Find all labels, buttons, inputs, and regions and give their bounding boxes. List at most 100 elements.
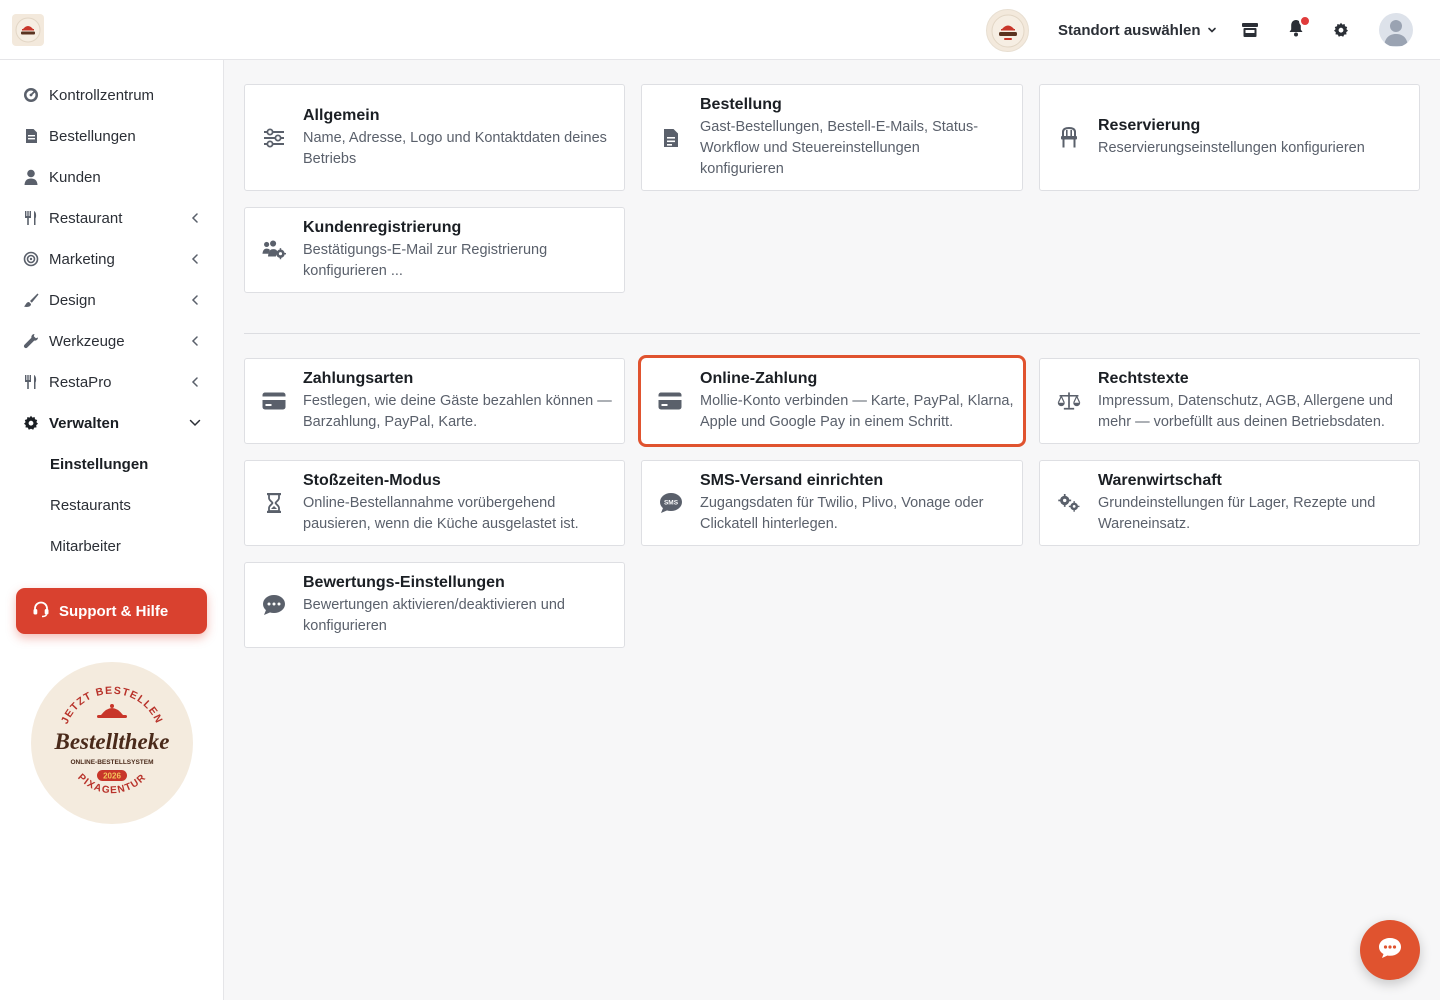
user-avatar-icon[interactable] (1379, 13, 1413, 47)
sidebar-item-label: Restaurant (49, 209, 123, 227)
utensils-icon (22, 373, 40, 391)
sidebar-item-label: Design (49, 291, 96, 309)
sliders-icon (262, 126, 286, 150)
support-button-label: Support & Hilfe (59, 602, 169, 620)
chat-bubble-icon (262, 593, 286, 617)
sidebar-item-kunden[interactable]: Kunden (0, 157, 223, 197)
notifications-button[interactable] (1285, 15, 1311, 41)
sidebar-subitem-restaurants[interactable]: Restaurants (0, 485, 223, 525)
settings-card-bewertungs-einstellungen[interactable]: Bewertungs-Einstellungen Bewertungen akt… (244, 562, 625, 648)
sidebar-subitem-label: Restaurants (50, 496, 131, 514)
card-title: Reservierung (1098, 117, 1201, 134)
sidebar-item-label: Bestellungen (49, 127, 136, 145)
bestelltheke-seal-logo: JETZT BESTELLEN Bestelltheke ONLINE-BEST… (31, 662, 193, 824)
wrench-icon (22, 332, 40, 350)
support-button[interactable]: Support & Hilfe (16, 588, 207, 634)
card-description: Name, Adresse, Logo und Kontaktdaten dei… (303, 130, 607, 167)
store-icon[interactable] (1239, 19, 1261, 41)
sidebar-item-werkzeuge[interactable]: Werkzeuge (0, 321, 223, 361)
card-title: Warenwirtschaft (1098, 472, 1222, 489)
receipt-icon (22, 127, 40, 145)
sidebar-item-restaurant[interactable]: Restaurant (0, 198, 223, 238)
sidebar-item-label: Verwalten (49, 414, 120, 432)
credit-card-icon (658, 389, 682, 413)
chair-icon (1057, 126, 1081, 150)
sidebar-subitem-mitarbeiter[interactable]: Mitarbeiter (0, 526, 223, 566)
sidebar-item-label: RestaPro (49, 373, 112, 391)
location-select-label: Standort auswählen (1058, 21, 1201, 39)
sidebar-subitem-einstellungen[interactable]: Einstellungen (0, 444, 223, 484)
target-icon (22, 250, 40, 268)
top-bar: Standort auswählen (0, 0, 1440, 60)
chat-button[interactable] (1360, 920, 1420, 980)
sidebar-item-label: Kunden (49, 168, 101, 186)
card-description: Bewertungen aktivieren/deaktivieren und … (303, 597, 565, 634)
users-gear-icon (262, 238, 286, 262)
card-description: Online-Bestellannahme vorübergehend paus… (303, 495, 579, 532)
card-description: Reservierungseinstellungen konfigurieren (1098, 140, 1365, 156)
card-title: Zahlungsarten (303, 370, 414, 387)
sidebar-item-marketing[interactable]: Marketing (0, 239, 223, 279)
card-title: Stoßzeiten-Modus (303, 472, 441, 489)
chevron-left-icon (188, 252, 202, 266)
sidebar-item-label: Kontrollzentrum (49, 86, 155, 104)
card-description: Grundeinstellungen für Lager, Rezepte un… (1098, 495, 1376, 532)
card-description: Zugangsdaten für Twilio, Plivo, Vonage o… (700, 495, 984, 532)
settings-card-rechtstexte[interactable]: Rechtstexte Impressum, Datenschutz, AGB,… (1039, 358, 1420, 444)
sidebar-subitem-label: Mitarbeiter (50, 537, 121, 555)
card-description: Bestätigungs-E-Mail zur Registrierung ko… (303, 242, 548, 279)
location-select[interactable]: Standort auswählen (1058, 19, 1217, 41)
card-title: Rechtstexte (1098, 370, 1189, 387)
settings-card-zahlungsarten[interactable]: Zahlungsarten Festlegen, wie deine Gäste… (244, 358, 625, 444)
settings-card-sms-versand[interactable]: SMS SMS-Versand einrichten Zugangsdaten … (641, 460, 1023, 546)
section-divider (244, 333, 1420, 334)
settings-card-allgemein[interactable]: Allgemein Name, Adresse, Logo und Kontak… (244, 84, 625, 191)
sidebar-item-verwalten[interactable]: Verwalten (0, 403, 223, 443)
card-title: SMS-Versand einrichten (700, 472, 884, 489)
card-description: Impressum, Datenschutz, AGB, Allergene u… (1098, 393, 1393, 430)
seal-year: 2026 (103, 772, 121, 781)
settings-card-online-zahlung[interactable]: Online-Zahlung Mollie-Konto verbinden — … (638, 355, 1026, 447)
sidebar-item-label: Marketing (49, 250, 115, 268)
chat-bubble-icon (1377, 936, 1403, 965)
card-title: Allgemein (303, 107, 380, 124)
utensils-icon (22, 209, 40, 227)
sidebar-item-bestellungen[interactable]: Bestellungen (0, 116, 223, 156)
hourglass-icon (262, 491, 286, 515)
card-description: Gast-Bestellungen, Bestell-E-Mails, Stat… (700, 119, 979, 177)
location-logo[interactable] (986, 9, 1029, 52)
chevron-left-icon (188, 293, 202, 307)
gear-icon (22, 414, 40, 432)
chevron-down-icon (188, 416, 202, 430)
card-title: Kundenregistrierung (303, 219, 462, 236)
scale-icon (1057, 389, 1081, 413)
gear-icon[interactable] (1330, 19, 1352, 41)
headset-icon (32, 600, 50, 622)
chevron-left-icon (188, 211, 202, 225)
chevron-left-icon (188, 375, 202, 389)
card-title: Bewertungs-Einstellungen (303, 574, 505, 591)
app-logo[interactable] (12, 14, 44, 46)
settings-card-reservierung[interactable]: Reservierung Reservierungseinstellungen … (1039, 84, 1420, 191)
chevron-down-icon (1207, 22, 1217, 39)
seal-brand: Bestelltheke (54, 729, 170, 754)
settings-card-bestellung[interactable]: Bestellung Gast-Bestellungen, Bestell-E-… (641, 84, 1023, 191)
settings-card-stosszeiten-modus[interactable]: Stoßzeiten-Modus Online-Bestellannahme v… (244, 460, 625, 546)
document-icon (659, 126, 683, 150)
dashboard-icon (22, 86, 40, 104)
sidebar-item-design[interactable]: Design (0, 280, 223, 320)
gears-icon (1057, 491, 1081, 515)
settings-card-kundenregistrierung[interactable]: Kundenregistrierung Bestätigungs-E-Mail … (244, 207, 625, 293)
user-icon (22, 168, 40, 186)
settings-card-warenwirtschaft[interactable]: Warenwirtschaft Grundeinstellungen für L… (1039, 460, 1420, 546)
credit-card-icon (262, 389, 286, 413)
sidebar-item-label: Werkzeuge (49, 332, 125, 350)
sidebar-item-restapro[interactable]: RestaPro (0, 362, 223, 402)
sidebar-item-kontrollzentrum[interactable]: Kontrollzentrum (0, 75, 223, 115)
sidebar: Kontrollzentrum Bestellungen Kunden Rest… (0, 60, 224, 1000)
card-title: Online-Zahlung (700, 370, 818, 387)
card-description: Festlegen, wie deine Gäste bezahlen könn… (303, 393, 612, 430)
sidebar-subitem-label: Einstellungen (50, 455, 149, 473)
sms-icon: SMS (659, 491, 683, 515)
chevron-left-icon (188, 334, 202, 348)
